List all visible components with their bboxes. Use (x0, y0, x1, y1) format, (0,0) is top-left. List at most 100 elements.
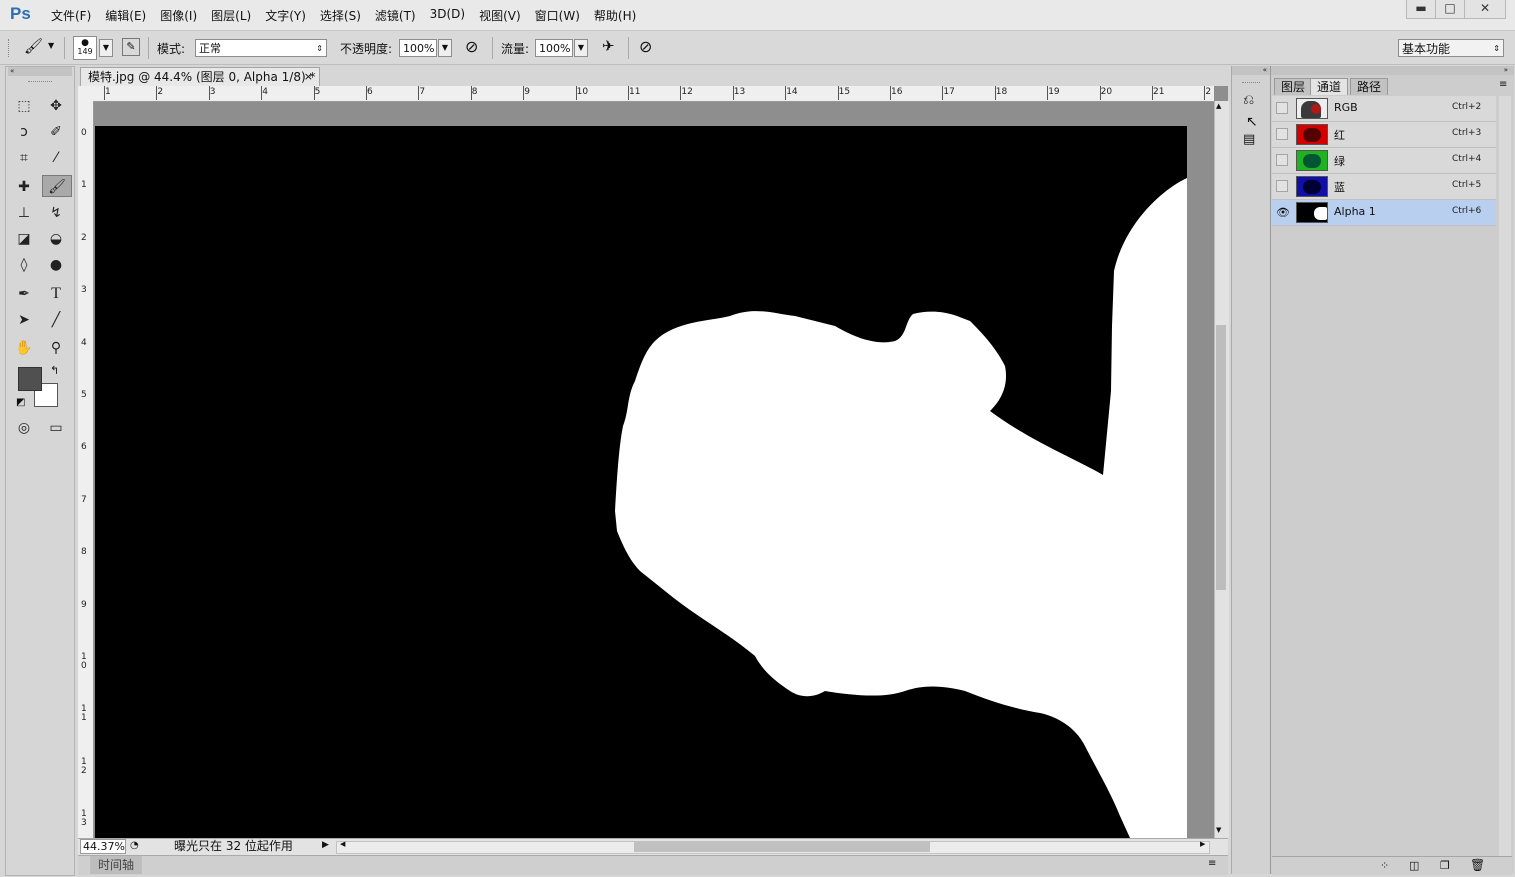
vertical-scroll-thumb[interactable] (1216, 325, 1226, 590)
scroll-right-icon[interactable]: ▶ (1200, 840, 1205, 848)
menu-help[interactable]: 帮助(H) (594, 7, 636, 24)
history-panel-icon[interactable]: ⎌ (1243, 92, 1254, 108)
eraser-tool-icon[interactable]: ◪ (12, 228, 36, 250)
status-bar: 44.37% ◔ 曝光只在 32 位起作用 ▶ ◀ ▶ (78, 838, 1228, 855)
menu-view[interactable]: 视图(V) (479, 7, 521, 24)
brush-tool-button[interactable]: 🖌 (42, 175, 72, 197)
quick-mask-icon[interactable]: ◎ (12, 417, 36, 439)
crop-tool-icon[interactable]: ⌗ (12, 147, 36, 169)
type-tool-icon[interactable]: T (44, 283, 68, 305)
lasso-tool-icon[interactable]: ↄ (12, 121, 36, 143)
close-tab-icon[interactable]: × (304, 68, 313, 86)
timeline-tab[interactable]: 时间轴 (90, 856, 142, 874)
horizontal-ruler[interactable]: 1 2 3 4 5 6 7 8 9 10 11 12 13 14 15 16 17 18 19 20 21 2 (78, 86, 1214, 102)
status-info-icon[interactable]: ◔ (130, 840, 139, 851)
clone-stamp-tool-icon[interactable]: ⊥ (12, 202, 36, 224)
close-button[interactable]: ✕ (1464, 0, 1506, 19)
history-brush-tool-icon[interactable]: ↯ (44, 202, 68, 224)
hand-tool-icon[interactable]: ✋ (12, 337, 36, 359)
brush-panel-toggle-icon[interactable]: ✎ (122, 38, 140, 56)
mode-select[interactable]: 正常 ⇕ (195, 39, 327, 57)
tab-layers[interactable]: 图层 (1274, 78, 1313, 95)
channel-row-green[interactable]: 绿 Ctrl+4 (1272, 148, 1496, 174)
menu-select[interactable]: 选择(S) (320, 7, 361, 24)
scroll-down-icon[interactable]: ▼ (1216, 826, 1221, 834)
pen-tool-icon[interactable]: ✒ (12, 283, 36, 305)
opacity-input[interactable]: 100% (399, 39, 437, 57)
ruler-tick-label: 2 (157, 87, 164, 97)
minimize-button[interactable]: ▬ (1406, 0, 1436, 19)
pressure-size-icon[interactable]: ⊘ (639, 37, 652, 56)
airbrush-icon[interactable]: ✈ (602, 37, 615, 55)
eye-icon[interactable]: 👁 (1276, 206, 1290, 219)
brush-tool-icon[interactable]: 🖌 (24, 37, 43, 55)
channel-row-blue[interactable]: 蓝 Ctrl+5 (1272, 174, 1496, 200)
dodge-tool-icon[interactable]: ● (44, 254, 68, 276)
document-tab[interactable]: 模特.jpg @ 44.4% (图层 0, Alpha 1/8) * × (80, 67, 320, 86)
ruler-tick-label: 2 (81, 232, 87, 243)
menu-layer[interactable]: 图层(L) (211, 7, 251, 24)
scroll-left-icon[interactable]: ◀ (340, 840, 345, 848)
visibility-toggle[interactable] (1276, 128, 1288, 140)
paint-bucket-tool-icon[interactable]: ◒ (44, 228, 68, 250)
options-grip[interactable] (8, 39, 12, 57)
new-channel-icon[interactable]: ❐ (1440, 859, 1450, 872)
menu-file[interactable]: 文件(F) (51, 7, 91, 24)
visibility-toggle[interactable] (1276, 102, 1288, 114)
channel-row-alpha[interactable]: 👁 Alpha 1 Ctrl+6 (1272, 200, 1496, 226)
screen-mode-icon[interactable]: ▭ (44, 417, 68, 439)
flow-dropdown[interactable]: ▼ (574, 39, 588, 57)
menu-filter[interactable]: 滤镜(T) (375, 7, 416, 24)
ruler-tick-label: 8 (471, 87, 478, 97)
path-select-tool-icon[interactable]: ➤ (12, 309, 36, 331)
flow-input[interactable]: 100% (535, 39, 573, 57)
trash-icon[interactable]: 🗑 (1470, 858, 1485, 872)
move-tool-icon[interactable]: ✥ (44, 95, 68, 117)
panel-menu-icon[interactable]: ≡ (1208, 858, 1216, 869)
collapse-tools-icon[interactable]: « (8, 67, 72, 76)
default-colors-icon[interactable]: ◩ (16, 397, 25, 408)
brush-preset-picker[interactable]: ● 149 (73, 36, 97, 60)
expand-dock-icon[interactable]: « (1232, 66, 1270, 75)
properties-panel-icon[interactable]: ▤ (1243, 132, 1255, 147)
menu-3d[interactable]: 3D(D) (430, 7, 465, 24)
swap-colors-icon[interactable]: ↰ (50, 364, 59, 377)
panel-scrollbar[interactable] (1499, 96, 1511, 866)
healing-brush-tool-icon[interactable]: ✚ (12, 176, 36, 198)
menu-window[interactable]: 窗口(W) (535, 7, 580, 24)
status-menu-icon[interactable]: ▶ (322, 840, 329, 850)
eyedropper-tool-icon[interactable]: ⁄ (44, 147, 68, 169)
dock-grip[interactable] (1242, 82, 1260, 83)
visibility-toggle[interactable] (1276, 180, 1288, 192)
foreground-color-swatch[interactable] (18, 367, 42, 391)
menu-edit[interactable]: 编辑(E) (105, 7, 146, 24)
vertical-ruler[interactable]: 0 1 2 3 4 5 6 7 8 9 10 11 12 13 (78, 101, 94, 838)
quick-select-tool-icon[interactable]: ✐ (44, 121, 68, 143)
chevron-down-icon[interactable]: ▼ (48, 41, 54, 50)
save-selection-icon[interactable]: ◫ (1409, 859, 1419, 872)
tab-paths[interactable]: 路径 (1350, 78, 1389, 95)
pressure-opacity-icon[interactable]: ⊘ (465, 37, 478, 56)
zoom-field[interactable]: 44.37% (80, 839, 126, 854)
menu-image[interactable]: 图像(I) (160, 7, 197, 24)
collapse-panel-icon[interactable]: » (1271, 66, 1514, 75)
brush-preset-dropdown[interactable]: ▼ (99, 39, 113, 57)
tools-grip[interactable] (28, 81, 52, 82)
visibility-toggle[interactable] (1276, 154, 1288, 166)
menu-type[interactable]: 文字(Y) (265, 7, 306, 24)
workspace-select[interactable]: 基本功能 ⇕ (1398, 39, 1504, 57)
tab-channels[interactable]: 通道 (1310, 78, 1349, 95)
channel-row-rgb[interactable]: RGB Ctrl+2 (1272, 96, 1496, 122)
zoom-tool-icon[interactable]: ⚲ (44, 337, 68, 359)
scroll-up-icon[interactable]: ▲ (1216, 102, 1221, 110)
image-canvas[interactable] (95, 126, 1187, 838)
opacity-dropdown[interactable]: ▼ (438, 39, 452, 57)
blur-tool-icon[interactable]: ◊ (12, 254, 36, 276)
marquee-tool-icon[interactable]: ⬚ (12, 95, 36, 117)
horizontal-scroll-thumb[interactable] (634, 842, 930, 852)
channel-row-red[interactable]: 红 Ctrl+3 (1272, 122, 1496, 148)
timeline-panel-bar[interactable]: 时间轴 ≡ (78, 855, 1228, 875)
load-selection-icon[interactable]: ⁘ (1380, 859, 1389, 872)
line-tool-icon[interactable]: ╱ (44, 309, 68, 331)
maximize-button[interactable]: □ (1435, 0, 1465, 19)
